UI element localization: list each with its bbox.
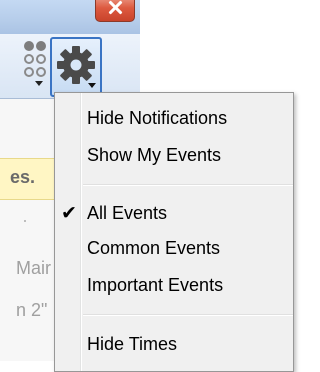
dot-grid-icon [36, 67, 46, 77]
menu-item-all-events[interactable]: ✔ All Events [56, 197, 292, 229]
background-text-line: Mair [16, 258, 51, 278]
dot-grid-icon [36, 54, 46, 64]
menu-separator [83, 184, 293, 186]
menu-item-label: All Events [87, 203, 168, 223]
menu-item-label: Important Events [87, 275, 224, 295]
gear-icon [57, 46, 95, 84]
dot-grid-icon [24, 67, 34, 77]
menu-item-hide-times[interactable]: Hide Times [56, 328, 292, 360]
menu-item-show-my-events[interactable]: Show My Events [56, 139, 292, 171]
menu-item-label: Show My Events [87, 145, 222, 165]
menu-separator [83, 314, 293, 316]
title-bar [0, 0, 140, 34]
menu-item-label: Hide Times [87, 334, 178, 354]
settings-menu: Hide Notifications Show My Events ✔ All … [54, 92, 294, 372]
menu-item-important-events[interactable]: Important Events [56, 269, 292, 301]
dot-grid-icon [24, 54, 34, 64]
menu-item-hide-notifications[interactable]: Hide Notifications [56, 102, 292, 134]
settings-button[interactable] [50, 37, 102, 97]
notification-banner: es. [0, 158, 54, 200]
toolbar [0, 34, 140, 99]
view-options-button[interactable] [0, 40, 46, 94]
dot-grid-icon [24, 41, 34, 51]
background-dot: · [22, 210, 28, 230]
chevron-down-icon [88, 83, 96, 88]
checkmark-icon: ✔ [61, 203, 77, 224]
menu-item-label: Hide Notifications [87, 108, 228, 128]
background-text-line: n 2" [16, 300, 48, 320]
banner-text: es. [10, 167, 36, 187]
chevron-down-icon [35, 81, 43, 86]
dot-grid-icon [36, 41, 46, 51]
menu-item-common-events[interactable]: Common Events [56, 232, 292, 264]
menu-item-label: Common Events [87, 238, 221, 258]
close-icon[interactable] [95, 0, 135, 22]
